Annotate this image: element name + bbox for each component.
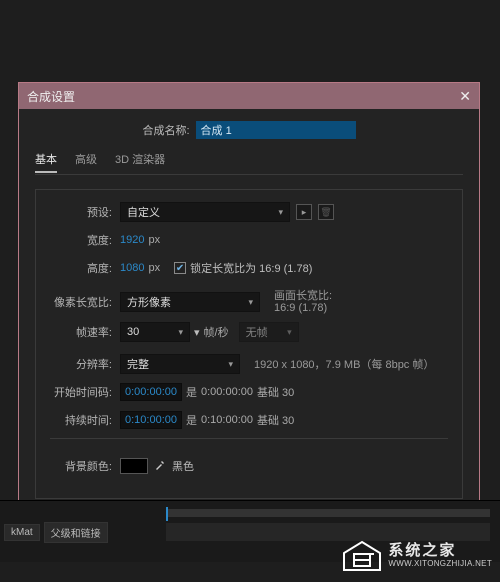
resolution-value: 完整 xyxy=(127,356,149,372)
chevron-down-icon: ▾ xyxy=(194,326,200,339)
start-is-label: 是 xyxy=(186,384,197,400)
duration-is-label: 是 xyxy=(186,412,197,428)
watermark: 系统之家 WWW.XITONGZHIJIA.NET xyxy=(342,540,492,572)
composition-settings-dialog: 合成设置 ✕ 合成名称: 基本 高级 3D 渲染器 预设: 自定义 ▾ ▸ 🗑 xyxy=(18,82,480,554)
composition-name-label: 合成名称: xyxy=(142,122,189,138)
watermark-logo-icon xyxy=(342,540,382,572)
checkmark-icon: ✔ xyxy=(174,262,186,274)
chevron-down-icon: ▾ xyxy=(228,359,233,370)
duration-input[interactable]: 0:10:00:00 xyxy=(120,411,182,429)
bg-color-label: 背景颜色: xyxy=(50,458,120,474)
dropframe-value: 无帧 xyxy=(246,324,268,340)
track-column-parent[interactable]: 父级和链接 xyxy=(44,522,108,543)
dialog-title: 合成设置 xyxy=(27,88,459,105)
framerate-value: 30 xyxy=(127,326,139,338)
start-timecode-input[interactable]: 0:00:00:00 xyxy=(120,383,182,401)
pixel-aspect-value: 方形像素 xyxy=(127,294,171,310)
playhead-icon[interactable] xyxy=(166,507,168,521)
bg-color-name: 黑色 xyxy=(172,458,194,474)
height-label: 高度: xyxy=(50,260,120,276)
preset-value: 自定义 xyxy=(127,204,160,220)
tab-advanced[interactable]: 高级 xyxy=(75,151,97,173)
time-ruler[interactable] xyxy=(166,509,490,517)
duration-is-value: 0:10:00:00 xyxy=(201,414,253,426)
preset-select[interactable]: 自定义 ▾ xyxy=(120,202,290,222)
eyedropper-icon[interactable] xyxy=(154,459,166,474)
chevron-down-icon: ▾ xyxy=(178,327,183,338)
framerate-select[interactable]: 30 ▾ xyxy=(120,322,190,342)
lock-aspect-label: 锁定长宽比为 16:9 (1.78) xyxy=(190,260,312,276)
timeline-track[interactable] xyxy=(166,523,490,541)
chevron-down-icon: ▾ xyxy=(278,207,283,218)
composition-name-row: 合成名称: xyxy=(35,121,463,139)
preset-label: 预设: xyxy=(50,204,120,220)
start-is-value: 0:00:00:00 xyxy=(201,386,253,398)
duration-label: 持续时间: xyxy=(50,412,120,428)
width-value[interactable]: 1920 xyxy=(120,234,144,246)
height-value[interactable]: 1080 xyxy=(120,262,144,274)
width-unit: px xyxy=(148,234,160,246)
pixel-aspect-select[interactable]: 方形像素 ▾ xyxy=(120,292,260,312)
width-label: 宽度: xyxy=(50,232,120,248)
chevron-down-icon: ▾ xyxy=(287,327,292,338)
basic-panel: 预设: 自定义 ▾ ▸ 🗑 宽度: 1920 px 高度: 1080 px ✔ xyxy=(35,189,463,499)
resolution-label: 分辨率: xyxy=(50,356,120,372)
resolution-info: 1920 x 1080，7.9 MB（每 8bpc 帧） xyxy=(254,356,434,372)
delete-preset-icon[interactable]: 🗑 xyxy=(318,204,334,220)
tab-renderer[interactable]: 3D 渲染器 xyxy=(115,151,165,173)
tab-basic[interactable]: 基本 xyxy=(35,151,57,173)
height-unit: px xyxy=(148,262,160,274)
framerate-label: 帧速率: xyxy=(50,324,120,340)
tabs: 基本 高级 3D 渲染器 xyxy=(35,151,463,175)
pixel-aspect-label: 像素长宽比: xyxy=(50,294,120,310)
chevron-down-icon: ▾ xyxy=(248,297,253,308)
frame-aspect-value: 16:9 (1.78) xyxy=(274,302,332,314)
start-base: 基础 30 xyxy=(257,384,294,400)
dropframe-select[interactable]: 无帧 ▾ xyxy=(239,322,299,342)
duration-base: 基础 30 xyxy=(257,412,294,428)
composition-name-input[interactable] xyxy=(196,121,356,139)
dialog-titlebar[interactable]: 合成设置 ✕ xyxy=(19,83,479,109)
start-timecode-label: 开始时间码: xyxy=(50,384,120,400)
frame-aspect-label: 画面长宽比: xyxy=(274,290,332,302)
save-preset-icon[interactable]: ▸ xyxy=(296,204,312,220)
resolution-select[interactable]: 完整 ▾ xyxy=(120,354,240,374)
close-icon[interactable]: ✕ xyxy=(459,88,471,105)
watermark-url: WWW.XITONGZHIJIA.NET xyxy=(388,560,492,569)
lock-aspect-checkbox[interactable]: ✔ 锁定长宽比为 16:9 (1.78) xyxy=(174,260,312,276)
framerate-unit: 帧/秒 xyxy=(204,324,229,340)
watermark-title: 系统之家 xyxy=(388,543,492,560)
track-column-kmat[interactable]: kMat xyxy=(4,524,40,541)
bg-color-swatch[interactable] xyxy=(120,458,148,474)
